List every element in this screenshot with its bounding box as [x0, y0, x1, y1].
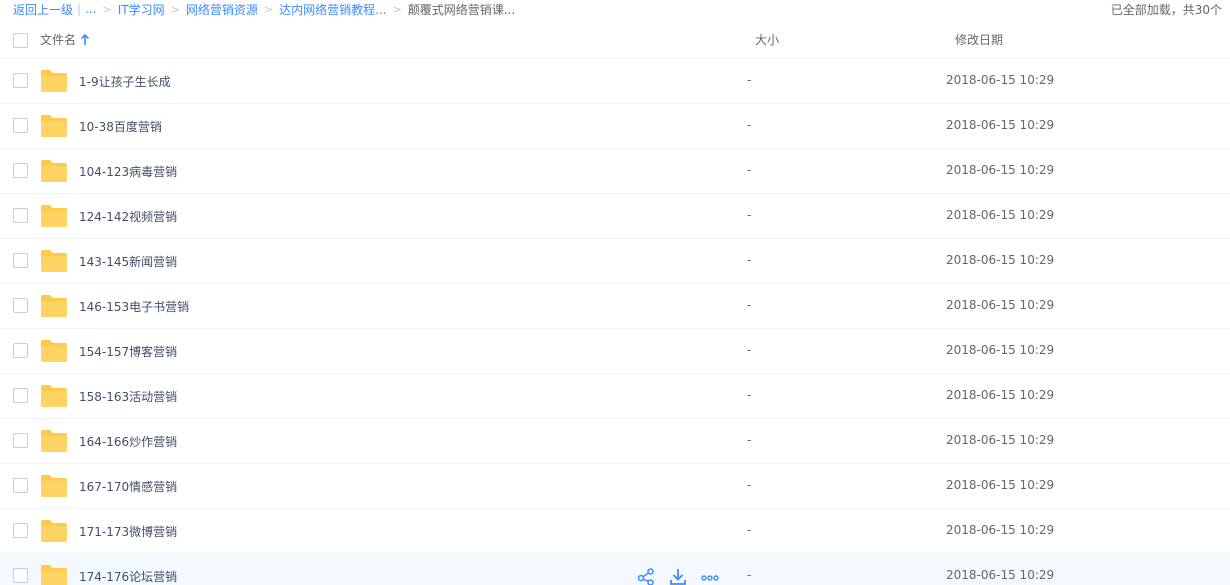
row-checkbox[interactable]	[13, 298, 28, 313]
file-name[interactable]: 164-166炒作营销	[79, 433, 177, 450]
file-name[interactable]: 10-38百度营销	[79, 118, 162, 135]
file-name[interactable]: 1-9让孩子生长成	[79, 73, 171, 90]
file-date: 2018-06-15 10:29	[946, 478, 1055, 492]
file-row[interactable]: 174-176论坛营销 - 2018-06-15 10:29	[0, 554, 1230, 585]
file-size: -	[747, 73, 752, 87]
folder-icon	[41, 475, 67, 497]
row-checkbox[interactable]	[13, 253, 28, 268]
file-name[interactable]: 146-153电子书营销	[79, 298, 189, 315]
share-icon[interactable]	[636, 568, 656, 585]
row-checkbox[interactable]	[13, 73, 28, 88]
file-name[interactable]: 124-142视频营销	[79, 208, 177, 225]
file-size: -	[747, 253, 752, 267]
breadcrumb-separator-icon: >	[263, 2, 274, 16]
file-row[interactable]: 167-170情感营销 - 2018-06-15 10:29	[0, 464, 1230, 509]
breadcrumb-current: 颠覆式网络营销课...	[407, 2, 516, 17]
file-date: 2018-06-15 10:29	[946, 523, 1055, 537]
file-date: 2018-06-15 10:29	[946, 118, 1055, 132]
file-browser: 返回上一级 | ... > IT学习网 > 网络营销资源 > 达内网络营销教程.…	[0, 0, 1230, 585]
row-checkbox[interactable]	[13, 568, 28, 583]
file-row[interactable]: 154-157博客营销 - 2018-06-15 10:29	[0, 329, 1230, 374]
download-icon[interactable]	[668, 568, 688, 585]
file-date: 2018-06-15 10:29	[946, 343, 1055, 357]
file-row[interactable]: 171-173微博营销 - 2018-06-15 10:29	[0, 509, 1230, 554]
breadcrumb-divider: |	[77, 2, 82, 16]
file-row[interactable]: 1-9让孩子生长成 - 2018-06-15 10:29	[0, 59, 1230, 104]
folder-icon	[41, 340, 67, 362]
file-row[interactable]: 158-163活动营销 - 2018-06-15 10:29	[0, 374, 1230, 419]
file-size: -	[747, 208, 752, 222]
folder-icon	[41, 250, 67, 272]
row-checkbox[interactable]	[13, 523, 28, 538]
file-date: 2018-06-15 10:29	[946, 73, 1055, 87]
folder-icon	[41, 205, 67, 227]
file-name[interactable]: 167-170情感营销	[79, 478, 177, 495]
column-header: 文件名 大小 修改日期	[0, 18, 1230, 59]
breadcrumb-separator-icon: >	[392, 2, 402, 16]
file-size: -	[747, 298, 752, 312]
folder-icon	[41, 520, 67, 542]
file-list: 1-9让孩子生长成 - 2018-06-15 10:29 10-38百度营销 -…	[0, 59, 1230, 585]
file-size: -	[747, 118, 752, 132]
file-date: 2018-06-15 10:29	[946, 388, 1055, 402]
file-size: -	[747, 523, 752, 537]
breadcrumb-bar: 返回上一级 | ... > IT学习网 > 网络营销资源 > 达内网络营销教程.…	[0, 0, 1230, 18]
load-status: 已全部加载，共30个	[1110, 2, 1222, 17]
folder-icon	[41, 295, 67, 317]
folder-icon	[41, 115, 67, 137]
file-date: 2018-06-15 10:29	[946, 568, 1055, 582]
file-row[interactable]: 10-38百度营销 - 2018-06-15 10:29	[0, 104, 1230, 149]
file-row[interactable]: 146-153电子书营销 - 2018-06-15 10:29	[0, 284, 1230, 329]
file-date: 2018-06-15 10:29	[946, 253, 1055, 267]
file-size: -	[747, 388, 752, 402]
file-size: -	[747, 568, 752, 582]
file-name[interactable]: 171-173微博营销	[79, 523, 177, 540]
file-name[interactable]: 158-163活动营销	[79, 388, 177, 405]
folder-icon	[41, 70, 67, 92]
column-name-label: 文件名	[40, 33, 77, 47]
file-name[interactable]: 174-176论坛营销	[79, 568, 177, 585]
back-link[interactable]: 返回上一级	[13, 1, 73, 18]
column-name-header[interactable]: 文件名	[40, 31, 90, 48]
row-checkbox[interactable]	[13, 118, 28, 133]
folder-icon	[41, 430, 67, 452]
file-size: -	[747, 433, 752, 447]
breadcrumb-separator-icon: >	[102, 2, 112, 16]
folder-icon	[41, 385, 67, 407]
breadcrumb-separator-icon: >	[170, 2, 180, 16]
row-checkbox[interactable]	[13, 388, 28, 403]
row-actions	[636, 568, 720, 585]
folder-icon	[41, 565, 67, 585]
breadcrumb: 返回上一级 | ... > IT学习网 > 网络营销资源 > 达内网络营销教程.…	[13, 0, 515, 18]
file-row[interactable]: 124-142视频营销 - 2018-06-15 10:29	[0, 194, 1230, 239]
file-size: -	[747, 478, 752, 492]
file-date: 2018-06-15 10:29	[946, 208, 1055, 222]
folder-icon	[41, 160, 67, 182]
row-checkbox[interactable]	[13, 478, 28, 493]
column-size-header[interactable]: 大小	[755, 31, 779, 48]
breadcrumb-item[interactable]: IT学习网	[118, 1, 165, 18]
file-row[interactable]: 143-145新闻营销 - 2018-06-15 10:29	[0, 239, 1230, 284]
file-date: 2018-06-15 10:29	[946, 298, 1055, 312]
more-icon[interactable]	[700, 568, 720, 585]
sort-ascending-icon	[80, 33, 90, 45]
column-date-header[interactable]: 修改日期	[955, 31, 1003, 48]
row-checkbox[interactable]	[13, 208, 28, 223]
file-date: 2018-06-15 10:29	[946, 433, 1055, 447]
select-all-checkbox[interactable]	[13, 33, 28, 48]
file-row[interactable]: 164-166炒作营销 - 2018-06-15 10:29	[0, 419, 1230, 464]
file-size: -	[747, 343, 752, 357]
file-name[interactable]: 154-157博客营销	[79, 343, 177, 360]
file-size: -	[747, 163, 752, 177]
breadcrumb-ellipsis[interactable]: ...	[85, 2, 96, 16]
row-checkbox[interactable]	[13, 433, 28, 448]
row-checkbox[interactable]	[13, 163, 28, 178]
breadcrumb-item[interactable]: 网络营销资源	[186, 1, 258, 18]
file-row[interactable]: 104-123病毒营销 - 2018-06-15 10:29	[0, 149, 1230, 194]
file-name[interactable]: 104-123病毒营销	[79, 163, 177, 180]
breadcrumb-item[interactable]: 达内网络营销教程...	[279, 1, 386, 18]
row-checkbox[interactable]	[13, 343, 28, 358]
file-date: 2018-06-15 10:29	[946, 163, 1055, 177]
file-name[interactable]: 143-145新闻营销	[79, 253, 177, 270]
